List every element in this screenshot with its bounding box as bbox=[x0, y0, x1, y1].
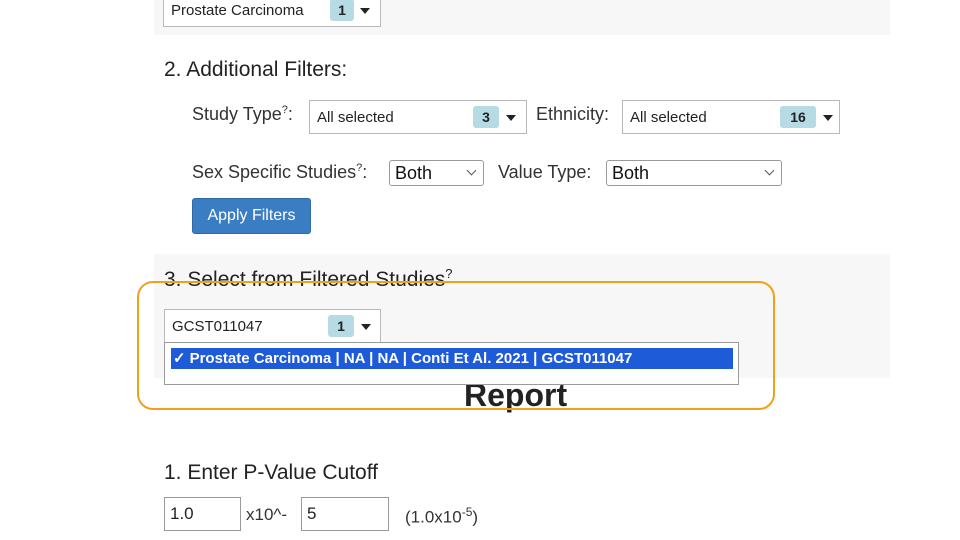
sex-specific-select[interactable]: Both bbox=[389, 160, 484, 186]
chevron-down-icon bbox=[466, 165, 477, 176]
study-type-label: Study Type?: bbox=[192, 104, 293, 124]
help-icon[interactable]: ? bbox=[445, 266, 452, 281]
study-type-count-badge: 3 bbox=[473, 106, 499, 128]
chevron-down-icon bbox=[764, 165, 775, 176]
disease-multiselect[interactable]: Prostate Carcinoma 1 bbox=[163, 0, 381, 27]
pvalue-preview: (1.0x10-5) bbox=[405, 505, 479, 527]
sex-specific-value: Both bbox=[395, 163, 433, 183]
study-type-value: All selected bbox=[317, 109, 394, 126]
ethnicity-label: Ethnicity: bbox=[536, 104, 610, 124]
pvalue-cutoff-heading: 1. Enter P-Value Cutoff bbox=[164, 461, 379, 484]
caret-down-icon[interactable] bbox=[360, 8, 370, 14]
pvalue-mantissa-input[interactable]: 1.0 bbox=[164, 497, 241, 531]
caret-down-icon[interactable] bbox=[506, 115, 516, 121]
apply-filters-button[interactable]: Apply Filters bbox=[192, 198, 311, 234]
ethnicity-multiselect[interactable]: All selected 16 bbox=[622, 100, 840, 134]
disease-multiselect-value: Prostate Carcinoma bbox=[171, 2, 304, 19]
additional-filters-heading: 2. Additional Filters: bbox=[164, 58, 348, 81]
sex-specific-label: Sex Specific Studies?: bbox=[192, 162, 368, 182]
value-type-label: Value Type: bbox=[498, 162, 592, 182]
caret-down-icon[interactable] bbox=[823, 115, 833, 121]
ethnicity-value: All selected bbox=[630, 109, 707, 126]
value-type-value: Both bbox=[612, 163, 650, 183]
highlight-box bbox=[137, 281, 775, 410]
pvalue-exponent-input[interactable]: 5 bbox=[301, 497, 389, 531]
ethnicity-count-badge: 16 bbox=[780, 106, 816, 128]
study-type-multiselect[interactable]: All selected 3 bbox=[309, 100, 527, 134]
disease-count-badge: 1 bbox=[330, 0, 354, 21]
times-ten-label: x10^- bbox=[246, 505, 288, 524]
value-type-select[interactable]: Both bbox=[606, 160, 782, 186]
